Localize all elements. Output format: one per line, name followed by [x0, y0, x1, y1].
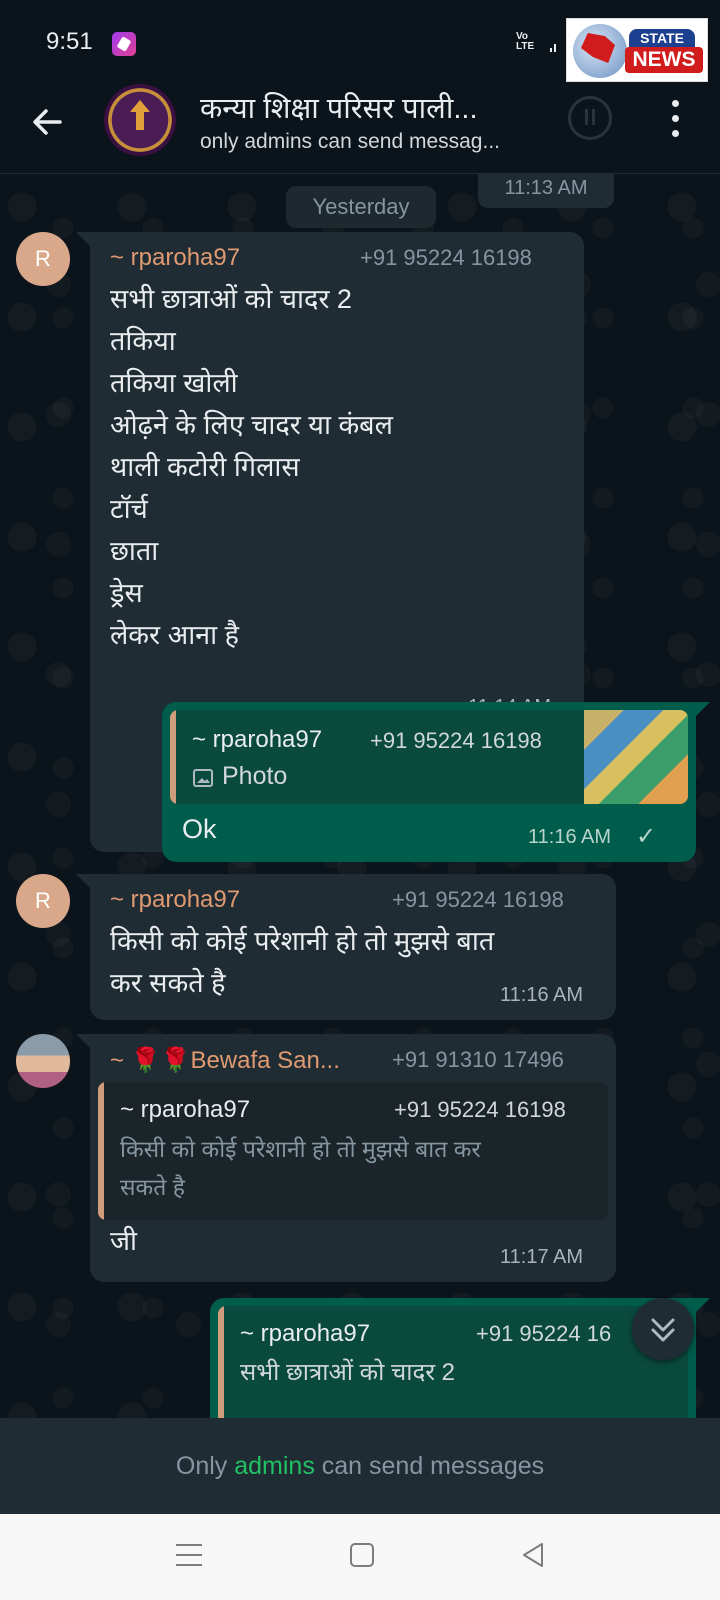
outgoing-message[interactable]: ~ rparoha97 +91 95224 16 सभी छात्राओं को…: [210, 1298, 710, 1418]
quote-bar: [170, 710, 176, 804]
message-text: जी: [110, 1226, 138, 1256]
volte-icon: Vo LTE: [516, 31, 535, 52]
group-avatar[interactable]: [104, 84, 176, 156]
quoted-sender: ~ rparoha97: [240, 1320, 371, 1347]
quoted-phone: +91 95224 16: [476, 1321, 612, 1346]
quoted-text: सभी छात्राओं को चादर 2: [240, 1359, 456, 1386]
sender-avatar[interactable]: [16, 1034, 70, 1088]
chat-header: कन्या शिक्षा परिसर पाली... only admins c…: [0, 82, 720, 174]
arrow-left-icon: [33, 109, 62, 135]
sender-name[interactable]: ~ rparoha97: [110, 886, 240, 914]
previous-message-time: 11:13 AM: [478, 174, 614, 208]
sender-phone: +91 91310 17496: [392, 1047, 564, 1072]
message-text: Ok: [182, 814, 217, 844]
photo-icon: [193, 769, 213, 787]
watermark-news-text: NEWS: [625, 47, 703, 73]
sent-check-icon: ✓: [636, 823, 657, 850]
group-title[interactable]: कन्या शिक्षा परिसर पाली...: [200, 88, 478, 127]
only-admins-footer: Only admins can send messages: [0, 1418, 720, 1514]
footer-suffix: can send messages: [314, 1452, 545, 1480]
system-navigation-bar: [0, 1514, 720, 1600]
incoming-message[interactable]: ~ rparoha97 +91 95224 16198 किसी को कोई …: [76, 874, 616, 1020]
message-time: 11:16 AM: [528, 826, 612, 848]
sender-avatar[interactable]: R: [16, 232, 70, 286]
footer-prefix: Only: [175, 1452, 235, 1480]
quoted-phone: +91 95224 16198: [370, 728, 542, 753]
recent-apps-icon[interactable]: [176, 1544, 202, 1566]
quoted-sender: ~ rparoha97: [192, 726, 323, 753]
quote-bar: [98, 1082, 104, 1220]
quoted-message[interactable]: ~ rparoha97 +91 95224 16198 Photo: [170, 710, 688, 804]
back-triangle-icon[interactable]: [520, 1541, 546, 1569]
quoted-text: किसी को कोई परेशानी हो तो मुझसे बात कर स…: [120, 1136, 481, 1200]
admins-link[interactable]: admins: [234, 1452, 315, 1480]
quoted-phone: +91 95224 16198: [394, 1097, 566, 1122]
back-button[interactable]: [26, 100, 70, 144]
watermark-state-text: STATE: [629, 29, 695, 47]
sender-name[interactable]: ~ 🌹🌹Bewafa San...: [110, 1046, 368, 1075]
state-news-watermark-logo: STATE NEWS: [566, 18, 708, 82]
sender-phone: +91 95224 16198: [392, 887, 564, 912]
message-time: 11:16 AM: [500, 984, 584, 1006]
double-chevron-down-icon: [651, 1318, 675, 1342]
message-text: किसी को कोई परेशानी हो तो मुझसे बात कर स…: [110, 926, 495, 998]
date-separator: Yesterday: [286, 186, 436, 228]
sender-avatar[interactable]: R: [16, 874, 70, 928]
status-bar: 9:51 Vo LTE STATE NEWS: [0, 0, 720, 82]
quoted-photo-thumbnail[interactable]: [584, 710, 688, 804]
app-notification-icon: [112, 32, 136, 56]
quoted-text: Photo: [222, 762, 288, 790]
sender-phone: +91 95224 16198: [360, 245, 532, 270]
more-options-button[interactable]: [662, 100, 690, 140]
outgoing-message[interactable]: ~ rparoha97 +91 95224 16198 Photo Ok 11:…: [162, 702, 710, 862]
sender-name[interactable]: ~ rparoha97: [110, 244, 240, 272]
scroll-to-bottom-button[interactable]: [632, 1298, 694, 1360]
home-icon[interactable]: [350, 1543, 374, 1567]
status-time: 9:51: [46, 28, 93, 55]
quoted-sender: ~ rparoha97: [120, 1096, 251, 1123]
quoted-message[interactable]: ~ rparoha97 +91 95224 16 सभी छात्राओं को…: [218, 1306, 688, 1418]
chat-messages[interactable]: 11:13 AM Yesterday R ~ rparoha97 +91 952…: [0, 174, 720, 1418]
group-subtitle[interactable]: only admins can send messag...: [200, 130, 500, 154]
quoted-message[interactable]: ~ rparoha97 +91 95224 16198 किसी को कोई …: [98, 1082, 608, 1220]
signal-icon: [550, 44, 556, 52]
message-text: सभी छात्राओं को चादर 2 तकिया तकिया खोली …: [110, 284, 393, 650]
incoming-message[interactable]: ~ 🌹🌹Bewafa San... +91 91310 17496 ~ rpar…: [76, 1034, 616, 1282]
message-time: 11:17 AM: [500, 1246, 584, 1268]
quote-bar: [218, 1306, 224, 1418]
voice-call-icon[interactable]: [568, 96, 612, 140]
